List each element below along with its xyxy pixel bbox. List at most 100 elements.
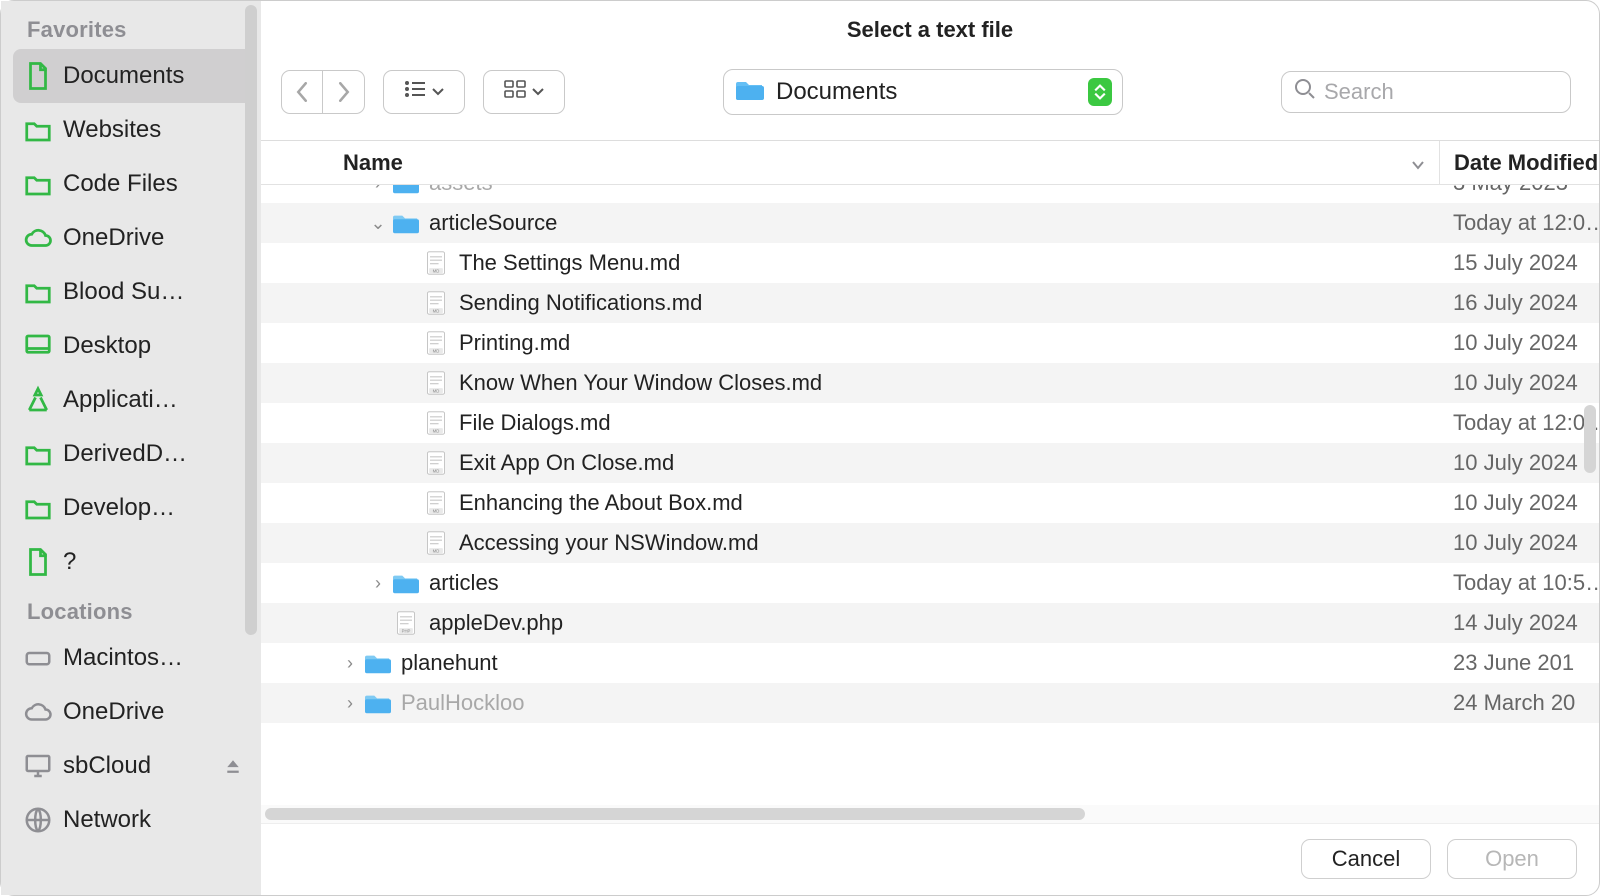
row-name: File Dialogs.md xyxy=(459,410,1439,436)
row-date: 10 July 2024 xyxy=(1439,530,1599,556)
horizontal-scrollbar-track[interactable] xyxy=(261,805,1599,823)
file-row[interactable]: Exit App On Close.md10 July 2024 xyxy=(261,443,1599,483)
file-row[interactable]: The Settings Menu.md15 July 2024 xyxy=(261,243,1599,283)
group-by-button[interactable] xyxy=(483,70,565,114)
location-label: Documents xyxy=(776,78,1076,106)
row-date: 10 July 2024 xyxy=(1439,490,1599,516)
sidebar-item-websites[interactable]: Websites xyxy=(13,103,253,157)
row-date: 10 July 2024 xyxy=(1439,330,1599,356)
file-row[interactable]: Printing.md10 July 2024 xyxy=(261,323,1599,363)
sidebar-item-label: Websites xyxy=(63,116,243,144)
horizontal-scrollbar-thumb[interactable] xyxy=(265,808,1085,820)
sidebar-item-label: ? xyxy=(63,548,243,576)
view-mode-button[interactable] xyxy=(383,70,465,114)
search-input[interactable] xyxy=(1324,79,1560,105)
file-row[interactable]: Enhancing the About Box.md10 July 2024 xyxy=(261,483,1599,523)
sidebar-item-develop[interactable]: Develop… xyxy=(13,481,253,535)
column-name-header[interactable]: Name xyxy=(261,150,1439,176)
php-file-icon xyxy=(393,610,419,636)
folder-icon xyxy=(365,690,391,716)
search-icon xyxy=(1294,78,1316,105)
sidebar: Favorites Documents Websites Code Files … xyxy=(1,1,261,895)
row-name: articleSource xyxy=(429,210,1439,236)
sidebar-section-favorites-label: Favorites xyxy=(1,7,261,49)
document-icon xyxy=(23,547,53,577)
sidebar-item-label: Code Files xyxy=(63,170,243,198)
sidebar-item-blood-su[interactable]: Blood Su… xyxy=(13,265,253,319)
sidebar-item-onedrive[interactable]: OneDrive xyxy=(13,211,253,265)
folder-icon xyxy=(23,439,53,469)
folder-row[interactable]: › assets3 May 2023 xyxy=(261,185,1599,203)
back-button[interactable] xyxy=(281,70,323,114)
columns-header: Name Date Modified xyxy=(261,141,1599,185)
row-name: PaulHockloo xyxy=(401,690,1439,716)
file-list-viewport: › assets3 May 2023 ⌄ articleSource Today at … xyxy=(261,185,1599,823)
folder-icon xyxy=(393,185,419,196)
sort-indicator-icon xyxy=(1411,150,1425,176)
row-name: Printing.md xyxy=(459,330,1439,356)
sidebar-item-macintosh[interactable]: Macintos… xyxy=(13,631,253,685)
disclosure-triangle-icon[interactable]: › xyxy=(369,185,387,194)
cancel-button[interactable]: Cancel xyxy=(1301,839,1431,879)
eject-icon[interactable] xyxy=(223,757,243,775)
folder-row[interactable]: ›PaulHockloo24 March 20 xyxy=(261,683,1599,723)
sidebar-item-onedrive-loc[interactable]: OneDrive xyxy=(13,685,253,739)
search-field[interactable] xyxy=(1281,71,1571,113)
sidebar-item-applications[interactable]: Applicati… xyxy=(13,373,253,427)
open-button[interactable]: Open xyxy=(1447,839,1577,879)
row-date: Today at 10:5… xyxy=(1439,570,1599,596)
sidebar-item-documents[interactable]: Documents xyxy=(13,49,253,103)
column-date-label: Date Modified xyxy=(1454,150,1598,176)
sidebar-item-label: Desktop xyxy=(63,332,243,360)
folder-row[interactable]: ⌄articleSourceToday at 12:0… xyxy=(261,203,1599,243)
row-date: Today at 12:0… xyxy=(1439,410,1599,436)
cloud-icon xyxy=(23,223,53,253)
row-date: 3 May 2023 xyxy=(1439,185,1599,196)
location-popup[interactable]: Documents xyxy=(723,69,1123,115)
desktop-icon xyxy=(23,331,53,361)
sidebar-item-label: sbCloud xyxy=(63,752,213,780)
display-icon xyxy=(23,751,53,781)
sidebar-item-code-files[interactable]: Code Files xyxy=(13,157,253,211)
markdown-file-icon xyxy=(423,290,449,316)
document-icon xyxy=(23,61,53,91)
disclosure-triangle-icon[interactable]: ⌄ xyxy=(369,213,387,234)
disclosure-triangle-icon[interactable]: › xyxy=(369,573,387,594)
sidebar-item-label: Applicati… xyxy=(63,386,243,414)
column-date-header[interactable]: Date Modified xyxy=(1439,141,1599,184)
folder-icon xyxy=(23,115,53,145)
file-row[interactable]: Know When Your Window Closes.md10 July 2… xyxy=(261,363,1599,403)
forward-button[interactable] xyxy=(323,70,365,114)
grid-icon xyxy=(504,80,526,103)
file-row[interactable]: Sending Notifications.md16 July 2024 xyxy=(261,283,1599,323)
folder-icon xyxy=(23,169,53,199)
file-row[interactable]: File Dialogs.mdToday at 12:0… xyxy=(261,403,1599,443)
row-date: 14 July 2024 xyxy=(1439,610,1599,636)
sidebar-item-unknown[interactable]: ? xyxy=(13,535,253,589)
row-name: Exit App On Close.md xyxy=(459,450,1439,476)
row-date: 15 July 2024 xyxy=(1439,250,1599,276)
file-row[interactable]: Accessing your NSWindow.md10 July 2024 xyxy=(261,523,1599,563)
applications-icon xyxy=(23,385,53,415)
file-row[interactable]: appleDev.php14 July 2024 xyxy=(261,603,1599,643)
cloud-icon xyxy=(23,697,53,727)
folder-icon xyxy=(23,277,53,307)
sidebar-item-network[interactable]: Network xyxy=(13,793,253,847)
folder-row[interactable]: ›articlesToday at 10:5… xyxy=(261,563,1599,603)
stepper-icon[interactable] xyxy=(1088,78,1112,106)
row-name: assets xyxy=(429,185,1439,196)
markdown-file-icon xyxy=(423,530,449,556)
disclosure-triangle-icon[interactable]: › xyxy=(341,653,359,674)
sidebar-scrollbar[interactable] xyxy=(245,5,257,635)
vertical-scrollbar[interactable] xyxy=(1584,405,1596,473)
markdown-file-icon xyxy=(423,250,449,276)
sidebar-item-desktop[interactable]: Desktop xyxy=(13,319,253,373)
globe-icon xyxy=(23,805,53,835)
folder-row[interactable]: ›planehunt23 June 201 xyxy=(261,643,1599,683)
row-date: 16 July 2024 xyxy=(1439,290,1599,316)
sidebar-item-sbcloud[interactable]: sbCloud xyxy=(13,739,253,793)
sidebar-item-derivedd[interactable]: DerivedD… xyxy=(13,427,253,481)
disclosure-triangle-icon[interactable]: › xyxy=(341,693,359,714)
file-list[interactable]: › assets3 May 2023 ⌄ articleSource Today at … xyxy=(261,185,1599,823)
row-name: Accessing your NSWindow.md xyxy=(459,530,1439,556)
